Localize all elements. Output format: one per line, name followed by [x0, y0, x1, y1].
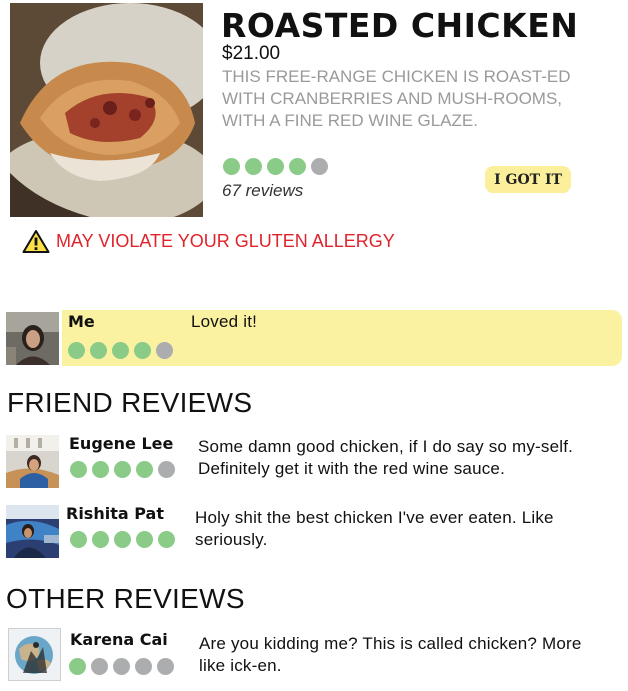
- reviewer-rating: [70, 531, 175, 548]
- dish-description: THIS FREE-RANGE CHICKEN IS ROAST-ED WITH…: [222, 67, 571, 130]
- dish-rating: [223, 158, 328, 175]
- rating-dot-empty: [158, 461, 175, 478]
- rating-dot-empty: [113, 658, 130, 675]
- rating-dot-empty: [91, 658, 108, 675]
- friend-review-2: Rishita Pat Holy shit the best chicken I…: [6, 504, 622, 564]
- rating-dot-filled: [114, 461, 131, 478]
- rating-dot-filled: [223, 158, 240, 175]
- rating-dot-filled[interactable]: [112, 342, 129, 359]
- review-text: Are you kidding me? This is called chick…: [199, 634, 582, 675]
- rating-dot-empty[interactable]: [156, 342, 173, 359]
- i-got-it-button[interactable]: I GOT IT: [485, 166, 571, 193]
- rating-dot-filled: [289, 158, 306, 175]
- dish-title: ROASTED CHICKEN: [221, 6, 579, 45]
- warning-triangle-icon: [22, 230, 50, 253]
- rating-dot-filled: [245, 158, 262, 175]
- rating-dot-filled: [92, 461, 109, 478]
- rating-dot-filled: [114, 531, 131, 548]
- rating-dot-filled: [92, 531, 109, 548]
- warning-text: MAY VIOLATE YOUR GLUTEN ALLERGY: [56, 231, 395, 251]
- friend-reviews-heading: FRIEND REVIEWS: [7, 387, 253, 418]
- dish-reviews-count[interactable]: 67 reviews: [222, 181, 303, 201]
- rating-dot-filled: [136, 461, 153, 478]
- rating-dot-empty: [135, 658, 152, 675]
- review-text: Loved it!: [191, 312, 258, 331]
- my-review: Me Loved it!: [6, 310, 622, 366]
- reviewer-name: Rishita Pat: [66, 504, 164, 523]
- other-reviews-heading: OTHER REVIEWS: [6, 583, 245, 614]
- rating-dot-filled[interactable]: [90, 342, 107, 359]
- reviewer-name: Karena Cai: [70, 630, 168, 649]
- rating-dot-filled: [267, 158, 284, 175]
- friend-review-1: Eugene Lee Some damn good chicken, if I …: [6, 433, 622, 493]
- reviewer-rating: [70, 461, 175, 478]
- rating-dot-filled[interactable]: [134, 342, 151, 359]
- dish-photo: [10, 3, 203, 217]
- rating-dot-filled: [136, 531, 153, 548]
- my-rating[interactable]: [68, 342, 173, 359]
- avatar[interactable]: [6, 505, 59, 558]
- reviewer-name: Eugene Lee: [69, 434, 174, 453]
- rating-dot-filled: [158, 531, 175, 548]
- review-text: Holy shit the best chicken I've ever eat…: [195, 508, 554, 549]
- allergy-warning: MAY VIOLATE YOUR GLUTEN ALLERGY: [22, 229, 395, 254]
- other-review-1: Karena Cai Are you kidding me? This is c…: [6, 628, 622, 688]
- rating-dot-filled: [70, 531, 87, 548]
- rating-dot-empty: [157, 658, 174, 675]
- rating-dot-empty: [311, 158, 328, 175]
- reviewer-name: Me: [68, 312, 95, 331]
- rating-dot-filled: [69, 658, 86, 675]
- avatar[interactable]: [8, 628, 61, 681]
- rating-dot-filled: [70, 461, 87, 478]
- avatar[interactable]: [6, 312, 59, 365]
- rating-dot-filled[interactable]: [68, 342, 85, 359]
- avatar[interactable]: [6, 435, 59, 488]
- dish-price: $21.00: [222, 43, 281, 64]
- review-text: Some damn good chicken, if I do say so m…: [198, 437, 574, 478]
- reviewer-rating: [69, 658, 174, 675]
